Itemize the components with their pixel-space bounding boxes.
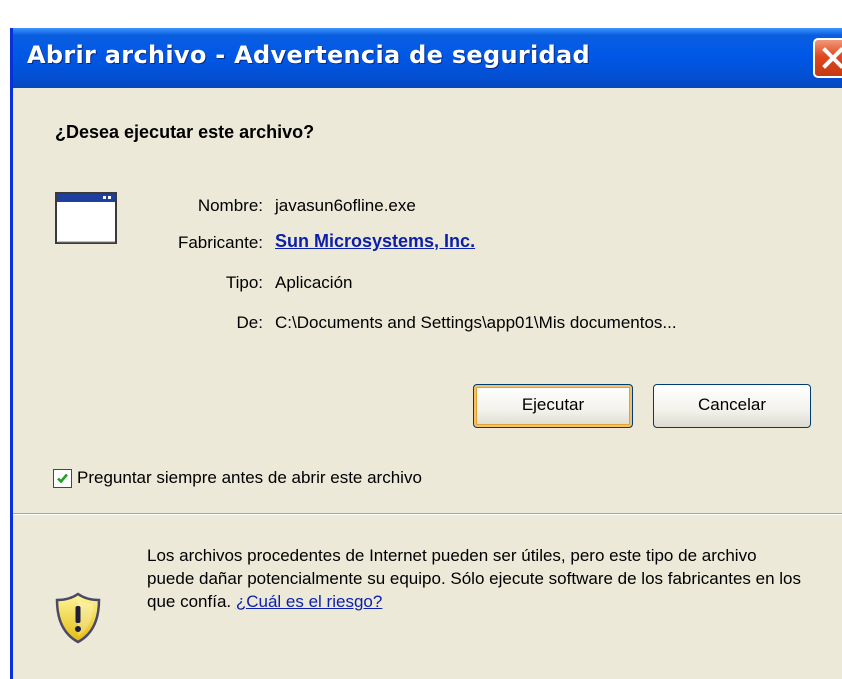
always-ask-checkbox[interactable] [53, 469, 72, 488]
close-icon [822, 47, 842, 69]
type-value: Aplicación [275, 273, 353, 292]
warning-message: Los archivos procedentes de Internet pue… [147, 544, 807, 613]
cancel-button-label: Cancelar [697, 395, 767, 414]
window-title: Abrir archivo - Advertencia de seguridad [27, 41, 590, 69]
run-button[interactable]: Ejecutar [473, 384, 633, 428]
close-button[interactable] [813, 38, 842, 78]
dialog-question: ¿Desea ejecutar este archivo? [55, 122, 315, 142]
from-label: De: [236, 313, 263, 332]
cancel-button[interactable]: Cancelar [653, 384, 811, 428]
name-label: Nombre: [197, 196, 263, 215]
checkmark-icon [57, 473, 68, 484]
title-bar[interactable]: Abrir archivo - Advertencia de seguridad [13, 28, 842, 88]
publisher-label: Fabricante: [177, 233, 263, 252]
name-value: javasun6ofline.exe [275, 196, 416, 215]
security-warning-dialog: Abrir archivo - Advertencia de seguridad… [10, 28, 842, 679]
run-button-label: Ejecutar [521, 395, 585, 414]
risk-link[interactable]: ¿Cuál es el riesgo? [236, 592, 382, 611]
security-shield-icon [55, 592, 101, 644]
always-ask-label[interactable]: Preguntar siempre antes de abrir este ar… [77, 468, 422, 488]
type-label: Tipo: [225, 273, 263, 292]
separator [13, 513, 842, 515]
from-value: C:\Documents and Settings\app01\Mis docu… [275, 313, 677, 332]
publisher-link[interactable]: Sun Microsystems, Inc. [275, 231, 475, 252]
